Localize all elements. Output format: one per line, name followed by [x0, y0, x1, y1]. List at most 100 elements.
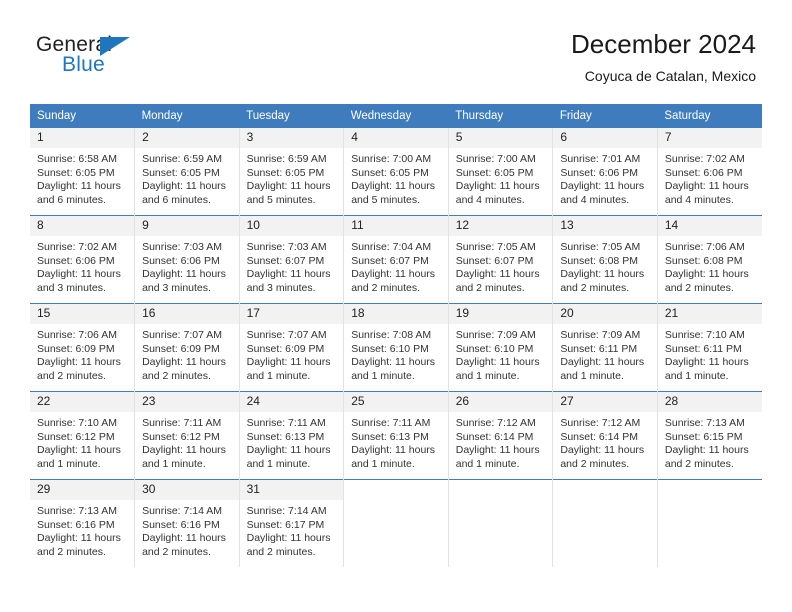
- sunset-text: Sunset: 6:17 PM: [246, 518, 325, 531]
- calendar-day-cell-inner: 5 Sunrise: 7:00 AM Sunset: 6:05 PM Daylight…: [448, 128, 553, 215]
- calendar-day-cell[interactable]: 20 Sunrise: 7:09 AM Sunset: 6:11 PM Dayligh…: [552, 303, 658, 392]
- sunset-text: Sunset: 6:05 PM: [455, 166, 534, 179]
- calendar-day-cell-inner: [344, 480, 448, 567]
- daylight-text: Daylight: 11 hours: [142, 444, 226, 457]
- calendar-day-cell[interactable]: 31 Sunrise: 7:14 AM Sunset: 6:17 PM Dayligh…: [239, 479, 345, 567]
- sunrise-text: Sunrise: 7:02 AM: [37, 241, 117, 253]
- day-details: Sunrise: 7:11 AM Sunset: 6:13 PM Daylight:…: [344, 412, 448, 471]
- calendar-day-cell[interactable]: 28 Sunrise: 7:13 AM Sunset: 6:15 PM Dayligh…: [657, 391, 762, 480]
- day-number: 31: [239, 480, 344, 500]
- day-number: 19: [448, 304, 553, 324]
- daylight-text: Daylight: 11 hours: [37, 532, 121, 545]
- sunrise-text: Sunrise: 7:09 AM: [560, 329, 641, 341]
- sunset-text: Sunset: 6:07 PM: [351, 254, 429, 267]
- calendar-day-cell[interactable]: 19 Sunrise: 7:09 AM Sunset: 6:10 PM Dayligh…: [448, 303, 554, 392]
- calendar-day-cell[interactable]: 6 Sunrise: 7:01 AM Sunset: 6:06 PM Daylight…: [552, 128, 658, 216]
- day-details: Sunrise: 7:14 AM Sunset: 6:17 PM Daylight:…: [240, 500, 344, 559]
- sunrise-text: Sunrise: 7:06 AM: [664, 241, 745, 253]
- calendar-day-cell[interactable]: 1 Sunrise: 6:58 AM Sunset: 6:05 PM Daylight…: [30, 128, 136, 216]
- day-details: Sunrise: 7:10 AM Sunset: 6:12 PM Daylight:…: [30, 412, 134, 471]
- daylight-text: Daylight: 11 hours: [455, 444, 540, 457]
- weekday-header-thursday: Thursday: [448, 104, 553, 128]
- calendar-day-cell[interactable]: 3 Sunrise: 6:59 AM Sunset: 6:05 PM Daylight…: [239, 128, 345, 216]
- calendar-day-cell[interactable]: 13 Sunrise: 7:05 AM Sunset: 6:08 PM Dayligh…: [552, 215, 658, 304]
- calendar-day-cell[interactable]: 30 Sunrise: 7:14 AM Sunset: 6:16 PM Dayligh…: [134, 479, 240, 567]
- calendar-day-cell[interactable]: 2 Sunrise: 6:59 AM Sunset: 6:05 PM Daylight…: [134, 128, 240, 216]
- day-number: 30: [135, 480, 239, 500]
- sunset-text: Sunset: 6:07 PM: [246, 254, 325, 267]
- calendar-day-cell-inner: 23 Sunrise: 7:11 AM Sunset: 6:12 PM Dayligh…: [135, 392, 239, 479]
- daylight-text: Daylight: 11 hours: [246, 180, 331, 193]
- daylight-text: and 2 minutes.: [246, 545, 316, 558]
- daylight-text: and 2 minutes.: [142, 545, 211, 558]
- calendar-day-cell[interactable]: 14 Sunrise: 7:06 AM Sunset: 6:08 PM Dayligh…: [657, 215, 762, 304]
- calendar-day-cell[interactable]: 29 Sunrise: 7:13 AM Sunset: 6:16 PM Dayligh…: [30, 479, 136, 567]
- calendar-day-cell[interactable]: 15 Sunrise: 7:06 AM Sunset: 6:09 PM Dayligh…: [30, 303, 136, 392]
- day-details: [449, 500, 553, 505]
- day-number: 14: [657, 216, 762, 236]
- calendar-day-cell[interactable]: 8 Sunrise: 7:02 AM Sunset: 6:06 PM Daylight…: [30, 215, 136, 304]
- calendar-day-cell[interactable]: 26 Sunrise: 7:12 AM Sunset: 6:14 PM Dayligh…: [448, 391, 554, 480]
- day-number: [657, 480, 762, 500]
- weekday-header-tuesday: Tuesday: [239, 104, 344, 128]
- calendar-day-cell[interactable]: 11 Sunrise: 7:04 AM Sunset: 6:07 PM Dayligh…: [343, 215, 449, 304]
- daylight-text: and 2 minutes.: [560, 281, 630, 294]
- calendar-day-cell[interactable]: 17 Sunrise: 7:07 AM Sunset: 6:09 PM Dayligh…: [239, 303, 345, 392]
- calendar-day-cell-inner: 16 Sunrise: 7:07 AM Sunset: 6:09 PM Dayligh…: [135, 304, 239, 391]
- daylight-text: Daylight: 11 hours: [560, 444, 645, 457]
- page-subtitle: Coyuca de Catalan, Mexico: [584, 68, 756, 84]
- daylight-text: Daylight: 11 hours: [142, 356, 226, 369]
- sunrise-text: Sunrise: 7:05 AM: [560, 241, 641, 253]
- day-details: Sunrise: 7:00 AM Sunset: 6:05 PM Daylight:…: [449, 148, 553, 207]
- day-details: Sunrise: 7:09 AM Sunset: 6:11 PM Daylight:…: [553, 324, 657, 383]
- calendar-day-cell[interactable]: 21 Sunrise: 7:10 AM Sunset: 6:11 PM Dayligh…: [657, 303, 762, 392]
- calendar-day-cell[interactable]: 24 Sunrise: 7:11 AM Sunset: 6:13 PM Dayligh…: [239, 391, 345, 480]
- sunrise-text: Sunrise: 6:59 AM: [246, 153, 327, 165]
- calendar-day-cell-inner: 20 Sunrise: 7:09 AM Sunset: 6:11 PM Dayligh…: [553, 304, 657, 391]
- calendar-day-cell[interactable]: 9 Sunrise: 7:03 AM Sunset: 6:06 PM Daylight…: [134, 215, 240, 304]
- calendar-day-cell-inner: 11 Sunrise: 7:04 AM Sunset: 6:07 PM Dayligh…: [344, 216, 448, 303]
- day-details: Sunrise: 7:04 AM Sunset: 6:07 PM Daylight:…: [344, 236, 448, 295]
- general-blue-logo[interactable]: General Blue: [36, 33, 266, 89]
- calendar-day-cell[interactable]: 4 Sunrise: 7:00 AM Sunset: 6:05 PM Daylight…: [343, 128, 449, 216]
- sunset-text: Sunset: 6:05 PM: [246, 166, 325, 179]
- daylight-text: and 6 minutes.: [142, 193, 211, 206]
- calendar-day-cell[interactable]: 25 Sunrise: 7:11 AM Sunset: 6:13 PM Dayligh…: [343, 391, 449, 480]
- daylight-text: and 3 minutes.: [142, 281, 211, 294]
- day-details: Sunrise: 7:05 AM Sunset: 6:07 PM Daylight:…: [449, 236, 553, 295]
- weekday-header-wednesday: Wednesday: [343, 104, 449, 128]
- day-details: [344, 500, 448, 505]
- calendar-day-cell[interactable]: 23 Sunrise: 7:11 AM Sunset: 6:12 PM Dayligh…: [134, 391, 240, 480]
- sunset-text: Sunset: 6:13 PM: [351, 430, 429, 443]
- sunset-text: Sunset: 6:13 PM: [246, 430, 325, 443]
- sunrise-text: Sunrise: 6:58 AM: [37, 153, 117, 165]
- sunrise-text: Sunrise: 7:13 AM: [664, 417, 745, 429]
- calendar-day-cell-inner: 19 Sunrise: 7:09 AM Sunset: 6:10 PM Dayligh…: [448, 304, 553, 391]
- day-number: 17: [239, 304, 344, 324]
- day-details: Sunrise: 7:14 AM Sunset: 6:16 PM Daylight:…: [135, 500, 239, 559]
- daylight-text: Daylight: 11 hours: [664, 268, 749, 281]
- calendar-day-cell[interactable]: 10 Sunrise: 7:03 AM Sunset: 6:07 PM Dayligh…: [239, 215, 345, 304]
- calendar-day-cell[interactable]: 27 Sunrise: 7:12 AM Sunset: 6:14 PM Dayligh…: [552, 391, 658, 480]
- calendar-day-cell[interactable]: 18 Sunrise: 7:08 AM Sunset: 6:10 PM Dayligh…: [343, 303, 449, 392]
- calendar-day-cell-inner: 21 Sunrise: 7:10 AM Sunset: 6:11 PM Dayligh…: [657, 304, 762, 391]
- day-number: 1: [30, 128, 135, 148]
- daylight-text: and 1 minute.: [560, 369, 624, 382]
- sunrise-text: Sunrise: 7:11 AM: [142, 417, 222, 429]
- calendar-day-cell[interactable]: 22 Sunrise: 7:10 AM Sunset: 6:12 PM Dayligh…: [30, 391, 136, 480]
- calendar-week-row: 29 Sunrise: 7:13 AM Sunset: 6:16 PM Dayligh…: [30, 479, 762, 567]
- sunset-text: Sunset: 6:12 PM: [142, 430, 220, 443]
- day-number: [344, 480, 448, 500]
- day-number: 7: [657, 128, 762, 148]
- calendar-day-cell[interactable]: 5 Sunrise: 7:00 AM Sunset: 6:05 PM Daylight…: [448, 128, 554, 216]
- day-details: Sunrise: 7:00 AM Sunset: 6:05 PM Daylight:…: [344, 148, 448, 207]
- day-details: Sunrise: 7:12 AM Sunset: 6:14 PM Daylight:…: [449, 412, 553, 471]
- sunset-text: Sunset: 6:12 PM: [37, 430, 115, 443]
- page-title: December 2024: [571, 29, 756, 59]
- calendar-day-cell[interactable]: 7 Sunrise: 7:02 AM Sunset: 6:06 PM Daylight…: [657, 128, 762, 216]
- calendar-day-cell[interactable]: 16 Sunrise: 7:07 AM Sunset: 6:09 PM Dayligh…: [134, 303, 240, 392]
- calendar-day-cell[interactable]: 12 Sunrise: 7:05 AM Sunset: 6:07 PM Dayligh…: [448, 215, 554, 304]
- calendar-week-row: 1 Sunrise: 6:58 AM Sunset: 6:05 PM Daylight…: [30, 128, 762, 216]
- sunrise-text: Sunrise: 7:01 AM: [560, 153, 641, 165]
- day-details: Sunrise: 7:13 AM Sunset: 6:16 PM Daylight:…: [30, 500, 134, 559]
